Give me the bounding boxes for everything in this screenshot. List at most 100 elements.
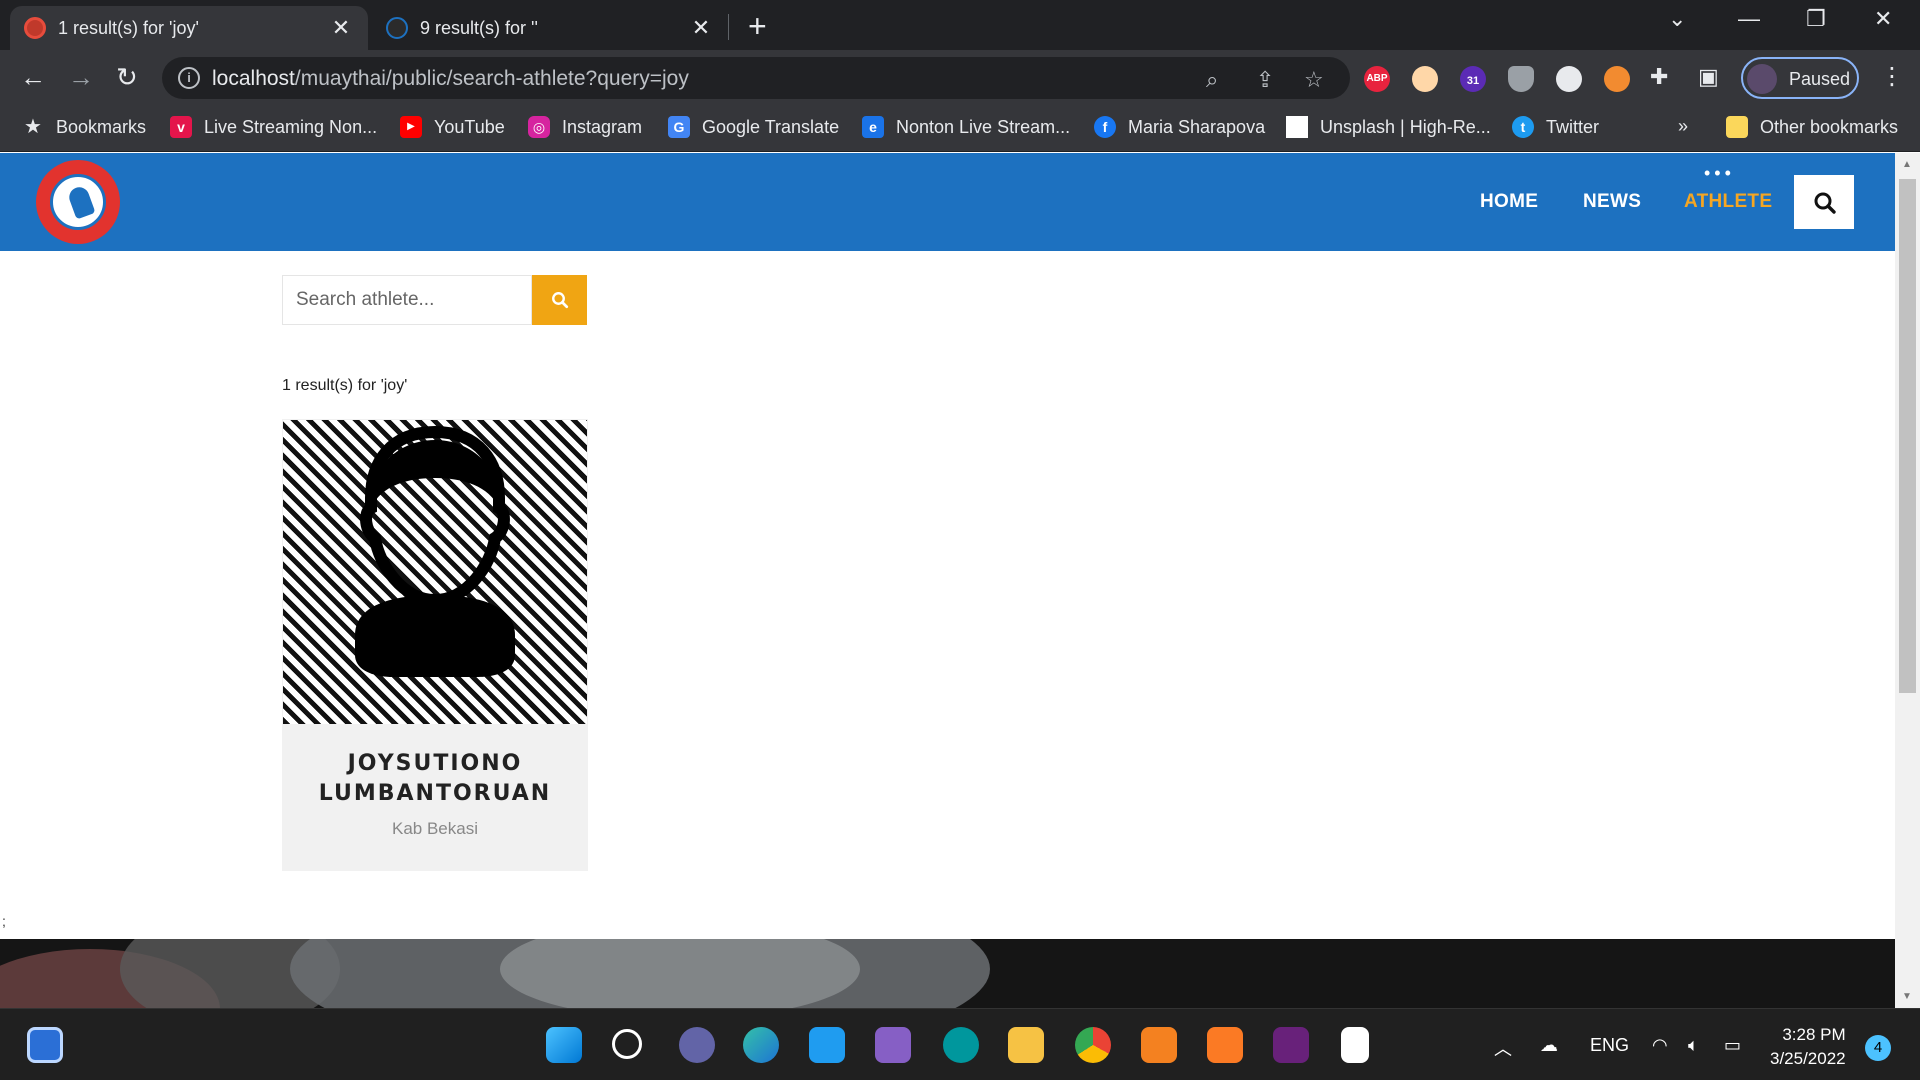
tab-search-empty[interactable]: 9 result(s) for '' ✕ <box>372 6 728 50</box>
start-icon[interactable] <box>546 1027 582 1063</box>
bookmark-unsplash[interactable]: Unsplash | High-Re... <box>1286 116 1491 138</box>
clock-time: 3:28 PM <box>1782 1025 1846 1044</box>
person-avatar-icon <box>355 425 515 677</box>
address-bar[interactable]: i localhost/muaythai/public/search-athle… <box>162 57 1350 99</box>
new-tab-icon[interactable]: + <box>748 8 767 45</box>
site-favicon-icon <box>24 17 46 39</box>
tab-search-icon[interactable]: ⌄ <box>1668 6 1686 32</box>
widgets-icon[interactable] <box>27 1027 63 1063</box>
clock[interactable]: 3:28 PM 3/25/2022 <box>1770 1023 1846 1071</box>
taskbar: ︿ ☁ ENG ◠ 🔈︎ ▭ 3:28 PM 3/25/2022 4 <box>0 1008 1920 1080</box>
chrome-menu-icon[interactable]: ⋮ <box>1880 62 1904 91</box>
site-header: HOME NEWS ••• ATHLETE <box>0 153 1895 251</box>
calendar-extension-icon[interactable]: 31 <box>1460 66 1486 92</box>
zoom-icon[interactable]: ⌕ <box>1206 67 1218 93</box>
web-page: HOME NEWS ••• ATHLETE Search athlete... … <box>0 153 1895 1008</box>
volume-icon[interactable]: 🔈︎ <box>1688 1035 1699 1056</box>
scroll-down-icon[interactable]: ▼ <box>1902 991 1912 1002</box>
wifi-icon[interactable]: ◠ <box>1652 1035 1668 1056</box>
forward-icon[interactable]: → <box>68 62 94 93</box>
bookmark-google-translate[interactable]: G Google Translate <box>668 116 839 138</box>
extension-orange-icon[interactable] <box>1412 66 1438 92</box>
tray-chevron-icon[interactable]: ︿ <box>1494 1035 1512 1061</box>
bookmark-vidio[interactable]: v Live Streaming Non... <box>170 116 377 138</box>
bookmark-star-icon[interactable]: ☆ <box>1304 67 1324 93</box>
bookmark-maria-sharapova[interactable]: f Maria Sharapova <box>1094 116 1265 138</box>
visual-studio-icon[interactable] <box>875 1027 911 1063</box>
share-icon[interactable]: ⇪ <box>1256 67 1274 93</box>
url-text: localhost/muaythai/public/search-athlete… <box>212 67 689 90</box>
bookmark-instagram[interactable]: ◎ Instagram <box>528 116 642 138</box>
tab-search-joy[interactable]: 1 result(s) for 'joy' ✕ <box>10 6 368 50</box>
athlete-search-button[interactable] <box>532 275 587 325</box>
athlete-photo <box>283 420 587 724</box>
tab-title: 9 result(s) for '' <box>420 17 538 38</box>
chat-icon[interactable] <box>679 1027 715 1063</box>
site-info-icon[interactable]: i <box>178 67 200 89</box>
other-bookmarks-folder[interactable]: Other bookmarks <box>1726 116 1898 138</box>
notepad-icon[interactable] <box>1341 1027 1369 1063</box>
athlete-card[interactable]: JOYSUTIONO LUMBANTORUAN Kab Bekasi <box>282 419 588 871</box>
xampp-icon[interactable] <box>1207 1027 1243 1063</box>
search-icon[interactable] <box>612 1029 642 1059</box>
active-dots-icon: ••• <box>1704 163 1735 183</box>
sublime-icon[interactable] <box>1141 1027 1177 1063</box>
visual-studio-2-icon[interactable] <box>1273 1027 1309 1063</box>
header-search-button[interactable] <box>1792 173 1856 231</box>
edge-icon[interactable] <box>743 1027 779 1063</box>
nav-news[interactable]: NEWS <box>1583 191 1641 213</box>
page-scrollbar[interactable]: ▲ ▼ <box>1895 153 1920 1008</box>
battery-icon[interactable]: ▭ <box>1724 1035 1741 1056</box>
onedrive-icon[interactable]: ☁ <box>1540 1035 1558 1056</box>
scrollbar-thumb[interactable] <box>1899 179 1916 693</box>
side-panel-icon[interactable]: ▣ <box>1698 64 1719 90</box>
extension-figure-icon[interactable] <box>1556 66 1582 92</box>
star-icon: ★ <box>24 116 42 138</box>
arduino-icon[interactable] <box>943 1027 979 1063</box>
hero-banner-image <box>0 939 1895 1008</box>
bookmark-twitter[interactable]: t Twitter <box>1512 116 1599 138</box>
facebook-icon: f <box>1094 116 1116 138</box>
extensions-puzzle-icon[interactable]: ✚ <box>1650 64 1668 90</box>
logo-emblem-icon <box>50 174 106 230</box>
file-explorer-icon[interactable] <box>1008 1027 1044 1063</box>
restore-icon[interactable]: ❐ <box>1806 6 1826 32</box>
instagram-icon: ◎ <box>528 116 550 138</box>
google-translate-icon: G <box>668 116 690 138</box>
nav-athlete[interactable]: ATHLETE <box>1684 191 1772 213</box>
avatar <box>1747 64 1777 94</box>
extension-flame-icon[interactable] <box>1604 66 1630 92</box>
results-count: 1 result(s) for 'joy' <box>282 377 408 394</box>
bookmark-nonton-live[interactable]: e Nonton Live Stream... <box>862 116 1070 138</box>
tab-title: 1 result(s) for 'joy' <box>58 17 199 38</box>
scroll-up-icon[interactable]: ▲ <box>1902 159 1912 170</box>
search-icon <box>1814 192 1836 214</box>
tab-strip: 1 result(s) for 'joy' ✕ 9 result(s) for … <box>0 0 1920 50</box>
browser-toolbar: ← → ↻ i localhost/muaythai/public/search… <box>0 50 1920 106</box>
youtube-icon: ▶ <box>400 116 422 138</box>
bookmark-youtube[interactable]: ▶ YouTube <box>400 116 505 138</box>
minimize-icon[interactable]: — <box>1738 6 1760 32</box>
close-tab-icon[interactable]: ✕ <box>688 15 714 41</box>
shield-extension-icon[interactable] <box>1508 66 1534 92</box>
nav-home[interactable]: HOME <box>1480 191 1538 213</box>
close-tab-icon[interactable]: ✕ <box>328 15 354 41</box>
close-window-icon[interactable]: ✕ <box>1874 6 1892 32</box>
athlete-name[interactable]: JOYSUTIONO LUMBANTORUAN <box>282 749 588 809</box>
vscode-icon[interactable] <box>809 1027 845 1063</box>
back-icon[interactable]: ← <box>20 62 46 93</box>
bookmarks-overflow-button[interactable]: » <box>1678 116 1688 137</box>
reload-icon[interactable]: ↻ <box>116 62 138 93</box>
twitter-icon: t <box>1512 116 1534 138</box>
tab-divider <box>728 14 729 40</box>
language-indicator[interactable]: ENG <box>1590 1035 1629 1056</box>
unsplash-icon <box>1286 116 1308 138</box>
site-logo[interactable] <box>36 160 120 244</box>
bookmark-bookmarks[interactable]: ★ Bookmarks <box>22 116 146 138</box>
adblock-extension-icon[interactable]: ABP <box>1364 66 1390 92</box>
notification-badge[interactable]: 4 <box>1865 1035 1891 1061</box>
athlete-search-input[interactable]: Search athlete... <box>282 275 532 325</box>
clock-date: 3/25/2022 <box>1770 1049 1846 1068</box>
profile-button[interactable]: Paused <box>1741 57 1859 99</box>
chrome-icon[interactable] <box>1075 1027 1111 1063</box>
